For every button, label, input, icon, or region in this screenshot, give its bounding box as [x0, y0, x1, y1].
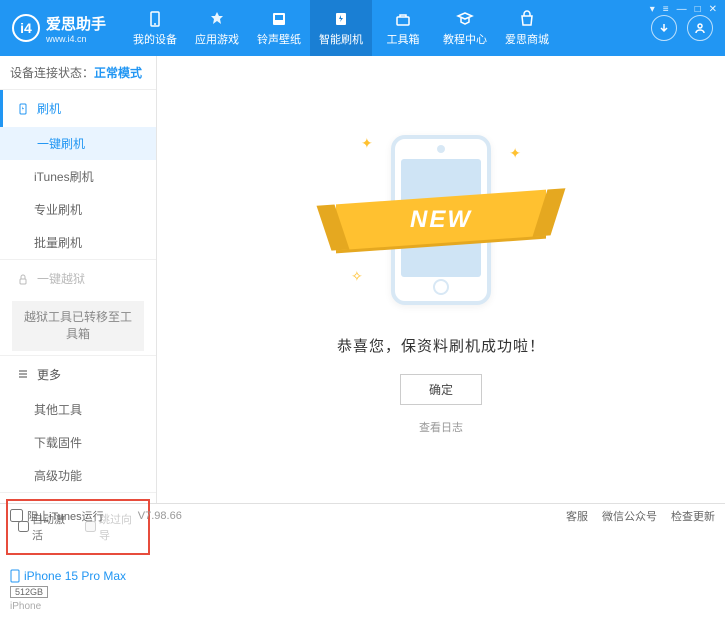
sidebar-item-itunes[interactable]: iTunes刷机: [0, 160, 156, 193]
nav-tutorials[interactable]: 教程中心: [434, 0, 496, 56]
success-message: 恭喜您，保资料刷机成功啦！: [337, 335, 545, 356]
minimize-icon[interactable]: —: [677, 4, 687, 15]
sidebar-item-batch[interactable]: 批量刷机: [0, 226, 156, 259]
view-log-link[interactable]: 查看日志: [419, 419, 463, 435]
menu-icon[interactable]: ▾: [650, 4, 655, 15]
sidebar-item-other[interactable]: 其他工具: [0, 393, 156, 426]
top-nav: 我的设备 应用游戏 铃声壁纸 智能刷机 工具箱 教程中心 爱思商城: [124, 0, 651, 56]
nav-toolbox[interactable]: 工具箱: [372, 0, 434, 56]
connection-status: 设备连接状态：正常模式: [0, 56, 156, 90]
main-content: ✦ ✦ ✧ NEW 恭喜您，保资料刷机成功啦！ 确定 查看日志: [157, 56, 725, 503]
flash-icon: [17, 103, 29, 115]
storage-badge: 512GB: [10, 586, 48, 598]
app-name: 爱思助手: [46, 13, 106, 34]
device-type: iPhone: [10, 601, 146, 612]
phone-icon: [10, 569, 20, 583]
download-button[interactable]: [651, 15, 677, 41]
lock-icon: [17, 273, 29, 285]
sidebar-more-header[interactable]: 更多: [0, 356, 156, 393]
sidebar-flash-header[interactable]: 刷机: [0, 90, 156, 127]
jailbreak-note: 越狱工具已转移至工具箱: [12, 301, 144, 351]
nav-store[interactable]: 爱思商城: [496, 0, 558, 56]
block-itunes-checkbox[interactable]: 阻止iTunes运行: [10, 508, 104, 524]
nav-apps-games[interactable]: 应用游戏: [186, 0, 248, 56]
version-label: V7.98.66: [138, 510, 182, 522]
sidebar: 设备连接状态：正常模式 刷机 一键刷机 iTunes刷机 专业刷机 批量刷机 一…: [0, 56, 157, 503]
footer-link-update[interactable]: 检查更新: [671, 508, 715, 524]
list-icon: [17, 368, 29, 380]
user-button[interactable]: [687, 15, 713, 41]
app-url: www.i4.cn: [46, 34, 106, 44]
sidebar-item-oneclick[interactable]: 一键刷机: [0, 127, 156, 160]
device-name[interactable]: iPhone 15 Pro Max: [10, 569, 146, 583]
sidebar-jailbreak-header[interactable]: 一键越狱: [0, 260, 156, 297]
sidebar-item-advanced[interactable]: 高级功能: [0, 459, 156, 492]
header: i4 爱思助手 www.i4.cn 我的设备 应用游戏 铃声壁纸 智能刷机 工具…: [0, 0, 725, 56]
device-info: iPhone 15 Pro Max 512GB iPhone: [0, 561, 156, 620]
nav-my-device[interactable]: 我的设备: [124, 0, 186, 56]
success-illustration: ✦ ✦ ✧ NEW: [331, 125, 551, 315]
maximize-icon[interactable]: □: [695, 4, 701, 15]
close-icon[interactable]: ✕: [709, 4, 717, 15]
logo-icon: i4: [12, 14, 40, 42]
ribbon-text: NEW: [410, 206, 472, 234]
nav-smart-flash[interactable]: 智能刷机: [310, 0, 372, 56]
sidebar-item-firmware[interactable]: 下载固件: [0, 426, 156, 459]
footer-link-wechat[interactable]: 微信公众号: [602, 508, 657, 524]
logo: i4 爱思助手 www.i4.cn: [12, 13, 106, 44]
footer-link-support[interactable]: 客服: [566, 508, 588, 524]
ok-button[interactable]: 确定: [400, 374, 482, 405]
nav-ringtones[interactable]: 铃声壁纸: [248, 0, 310, 56]
tools-icon[interactable]: ≡: [663, 4, 669, 15]
sidebar-item-pro[interactable]: 专业刷机: [0, 193, 156, 226]
